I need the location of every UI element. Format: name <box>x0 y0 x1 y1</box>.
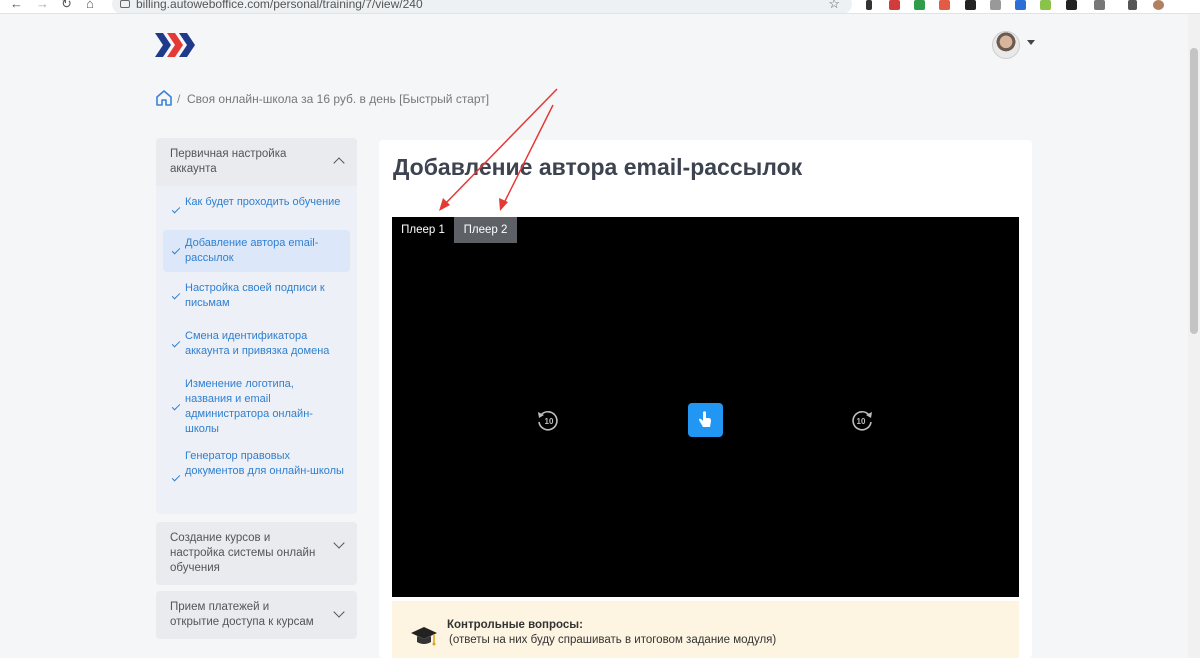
browser-toolbar: ← → ↻ ⌂ billing.autoweboffice.com/person… <box>0 0 1200 14</box>
check-icon <box>171 290 181 300</box>
lesson-label: Добавление автора email-рассылок <box>185 237 319 264</box>
tab-player-1[interactable]: Плеер 1 <box>392 217 454 243</box>
lesson-label: Генератор правовых документов для онлайн… <box>185 450 344 477</box>
section-header[interactable]: Создание курсов и настройка системы онла… <box>156 522 357 585</box>
play-button[interactable] <box>688 403 723 437</box>
lesson-label: Как будет проходить обучение <box>185 196 341 208</box>
quiz-title: Контрольные вопросы: <box>447 619 583 631</box>
sidebar-section-initial-setup: Первичная настройка аккаунта Как будет п… <box>156 138 357 514</box>
back-icon[interactable]: ← <box>10 0 23 11</box>
page-title: Добавление автора email-рассылок <box>393 154 803 180</box>
extension-icon[interactable] <box>965 0 976 10</box>
graduation-cap-icon <box>411 627 437 646</box>
check-icon <box>171 338 181 348</box>
lesson-list: Как будет проходить обучение Добавление … <box>156 186 357 514</box>
lesson-item[interactable]: Как будет проходить обучение <box>163 192 350 228</box>
chevron-down-icon[interactable] <box>1027 40 1035 45</box>
lesson-item[interactable]: Смена идентификатора аккаунта и привязка… <box>163 320 350 368</box>
check-icon <box>171 245 181 255</box>
extension-icon[interactable] <box>1066 0 1077 10</box>
breadcrumb[interactable]: Своя онлайн-школа за 16 руб. в день [Быс… <box>187 92 489 106</box>
page-scrollbar[interactable] <box>1188 14 1200 658</box>
check-icon <box>171 472 181 482</box>
lesson-item[interactable]: Настройка своей подписи к письмам <box>163 272 350 320</box>
sidebar-section-payments[interactable]: Прием платежей и открытие доступа к курс… <box>156 591 357 639</box>
lesson-label: Настройка своей подписи к письмам <box>185 282 325 309</box>
section-header[interactable]: Прием платежей и открытие доступа к курс… <box>156 591 357 639</box>
forward-icon[interactable]: → <box>36 0 49 11</box>
scrollbar-thumb[interactable] <box>1190 48 1198 334</box>
lesson-label: Смена идентификатора аккаунта и привязка… <box>185 330 330 357</box>
forward-10-icon[interactable]: 10 <box>849 409 875 431</box>
quiz-subtitle: (ответы на них буду спрашивать в итогово… <box>449 634 777 646</box>
sidebar-section-courses[interactable]: Создание курсов и настройка системы онла… <box>156 522 357 585</box>
url-text: billing.autoweboffice.com/personal/train… <box>136 0 423 11</box>
lock-icon <box>120 0 130 8</box>
section-title: Прием платежей и открытие доступа к курс… <box>170 601 314 628</box>
chevron-down-icon[interactable] <box>333 606 345 618</box>
extension-icon[interactable] <box>939 0 950 10</box>
download-icon[interactable] <box>1128 0 1137 10</box>
avatar[interactable] <box>992 31 1020 59</box>
profile-icon[interactable] <box>1153 0 1164 10</box>
home-icon[interactable] <box>155 89 173 107</box>
check-icon <box>171 401 181 411</box>
rewind-10-icon[interactable]: 10 <box>535 409 561 431</box>
check-icon <box>171 204 181 214</box>
home-nav-icon[interactable]: ⌂ <box>86 0 94 11</box>
lesson-item[interactable]: Генератор правовых документов для онлайн… <box>163 446 350 510</box>
extensions-puzzle-icon[interactable] <box>1094 0 1105 10</box>
address-bar[interactable]: billing.autoweboffice.com/personal/train… <box>112 0 852 13</box>
autoweboffice-logo[interactable] <box>155 33 197 57</box>
extension-icon[interactable] <box>866 0 872 10</box>
section-header[interactable]: Первичная настройка аккаунта <box>156 138 357 186</box>
chevron-down-icon[interactable] <box>333 537 345 549</box>
section-title: Создание курсов и настройка системы онла… <box>170 532 316 574</box>
extension-icon[interactable] <box>1015 0 1026 10</box>
extension-icon[interactable] <box>1040 0 1051 10</box>
lesson-item[interactable]: Изменение логотипа, названия и email адм… <box>163 368 350 446</box>
course-sidebar: Первичная настройка аккаунта Как будет п… <box>156 138 357 639</box>
bookmark-star-icon[interactable]: ☆ <box>828 0 840 12</box>
breadcrumb-separator: / <box>177 92 181 106</box>
forward-seconds: 10 <box>857 417 866 426</box>
chevron-up-icon[interactable] <box>333 157 345 169</box>
reload-icon[interactable]: ↻ <box>61 0 72 11</box>
lesson-item-active[interactable]: Добавление автора email-рассылок <box>163 230 350 272</box>
extension-icon[interactable] <box>914 0 925 10</box>
extension-icon[interactable] <box>990 0 1001 10</box>
lesson-label: Изменение логотипа, названия и email адм… <box>185 378 313 435</box>
tab-player-2[interactable]: Плеер 2 <box>454 217 517 243</box>
section-title: Первичная настройка аккаунта <box>170 148 287 175</box>
hand-pointer-icon <box>699 411 711 427</box>
extension-icon[interactable] <box>889 0 900 10</box>
rewind-seconds: 10 <box>545 417 554 426</box>
